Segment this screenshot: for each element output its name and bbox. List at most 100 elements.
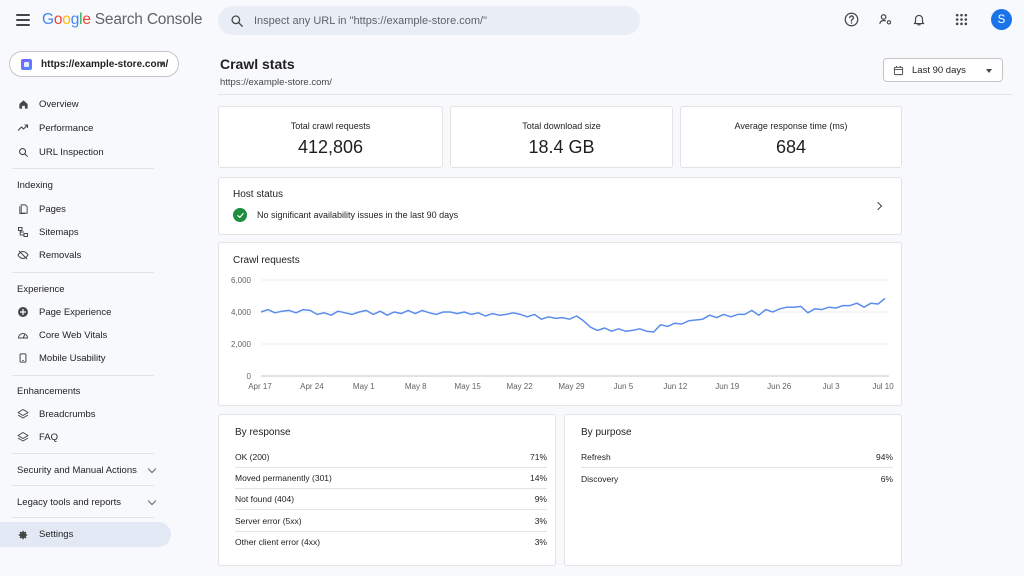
date-range-dropdown[interactable]: Last 90 days [883,58,1003,82]
caret-down-icon [159,62,165,66]
kpi-label: Total crawl requests [290,121,371,131]
sidebar-item-settings[interactable]: Settings [0,522,171,547]
page-title: Crawl stats [220,56,295,72]
crawl-requests-chart-card: Crawl requests 0 2,000 4,000 6,000 Apr 17 Apr… [218,242,902,406]
search-console-logo[interactable]: Google Search Console [42,11,202,29]
chevron-right-icon[interactable] [873,201,883,211]
sidebar-item-mobile-usability[interactable]: Mobile Usability [8,347,172,369]
home-icon [17,98,29,110]
sidebar-item-core-web-vitals[interactable]: Core Web Vitals [8,324,172,346]
host-status-card[interactable]: Host status No significant availability … [218,177,902,235]
x-tick-label: May 8 [405,382,427,391]
by-response-card: By response OK (200) 71% Moved permanently… [218,414,556,566]
kpi-value: 684 [775,137,807,157]
by-response-title: By response [235,427,291,438]
sidebar-item-label: Sitemaps [39,226,79,238]
sidebar-item-label: Mobile Usability [39,352,106,364]
search-icon [231,14,243,27]
by-response-row-value: 9% [534,494,547,505]
x-tick-label: May 1 [353,382,375,391]
property-icon [21,58,32,70]
by-purpose-row: Refresh 94% [581,447,893,468]
sidebar-item-label: URL Inspection [39,146,104,158]
expander-security-manual-actions[interactable]: Security and Manual Actions [17,464,157,476]
by-purpose-row-value: 94% [875,452,893,462]
sidebar-item-sitemaps[interactable]: Sitemaps [8,221,172,243]
sidebar-divider [12,168,154,169]
layers-icon [17,431,29,443]
y-tick-label: 6,000 [231,276,252,285]
x-tick-label: Jun 12 [663,382,688,391]
by-response-row: Not found (404) 9% [235,489,547,511]
x-tick-label: Jul 3 [823,382,840,391]
kpi-card-total-crawl-requests: Total crawl requests 412,806 [218,106,443,168]
top-app-bar: GoogleSearch Console S [0,0,1024,42]
page-experience-icon [17,306,29,318]
product-name: Search Console [94,11,203,28]
main-menu-button[interactable] [14,12,32,28]
sidebar-item-label: Page Experience [39,306,112,318]
expander-label: Security and Manual Actions [17,465,137,476]
property-url: https://example-store.com/ [41,58,169,70]
sidebar-item-page-experience[interactable]: Page Experience [8,301,172,323]
sidebar-item-label: Core Web Vitals [39,329,108,341]
sidebar-divider [12,272,154,273]
sidebar-item-pages[interactable]: Pages [8,198,172,220]
sidebar-item-breadcrumbs[interactable]: Breadcrumbs [8,403,172,425]
manage-users-icon[interactable] [875,10,895,30]
kpi-card-total-download-size: Total download size 18.4 GB [450,106,673,168]
notifications-bell-icon[interactable] [909,10,929,30]
gauge-icon [17,329,29,341]
sidebar-item-label: Pages [39,203,66,215]
by-purpose-row-label: Discovery [581,473,619,484]
x-tick-label: May 15 [455,382,482,391]
sidebar-item-removals[interactable]: Removals [8,244,172,266]
sidebar-divider [12,517,154,518]
check-circle-icon [233,208,247,222]
by-response-row-label: OK (200) [235,452,270,462]
header-divider [218,94,1012,95]
crawl-requests-series-line[interactable] [260,297,886,333]
by-response-row-value: 3% [534,515,547,526]
section-label-enhancements: Enhancements [17,386,81,397]
chevron-down-icon [147,464,157,474]
google-apps-grid-icon[interactable] [951,10,971,30]
sidebar-item-label: Breadcrumbs [39,408,96,420]
page-subtitle-property: https://example-store.com/ [220,77,332,88]
url-inspection-search[interactable] [218,6,640,35]
sidebar-item-url-inspection[interactable]: URL Inspection [8,141,172,163]
sidebar-item-label: Removals [39,249,82,261]
date-range-label: Last 90 days [912,64,966,76]
by-response-row-label: Other client error (4xx) [235,537,321,548]
sidebar-item-faq[interactable]: FAQ [8,426,172,448]
y-tick-label: 4,000 [231,308,252,317]
account-avatar[interactable]: S [991,9,1012,30]
by-purpose-title: By purpose [581,427,632,438]
google-wordmark: Google [42,11,91,28]
help-icon[interactable] [841,10,861,30]
sidebar-divider [12,453,154,454]
by-purpose-row-value: 6% [880,473,893,484]
caret-down-icon [986,69,992,73]
menu-icon-bar [16,19,30,21]
calendar-icon [893,65,904,75]
y-tick-label: 2,000 [231,340,252,349]
x-tick-label: Jun 5 [614,382,634,391]
sidebar-item-performance[interactable]: Performance [8,117,172,139]
sidebar-item-label: Overview [39,98,79,110]
crawl-requests-line-chart: 0 2,000 4,000 6,000 Apr 17 Apr 24 May 1 May 8 Ma… [231,276,894,391]
x-tick-label: Apr 17 [248,382,272,391]
sidebar-item-overview[interactable]: Overview [8,93,172,115]
section-label-experience: Experience [17,284,65,295]
by-response-row: Other client error (4xx) 3% [235,532,547,553]
menu-icon-bar [16,14,30,16]
layers-icon [17,408,29,420]
expander-legacy-tools[interactable]: Legacy tools and reports [17,496,157,508]
sidebar-divider [12,485,154,486]
kpi-label: Average response time (ms) [734,121,848,131]
search-input[interactable] [254,14,614,27]
property-selector[interactable]: https://example-store.com/ [9,51,179,77]
menu-icon-bar [16,24,30,26]
by-response-row-label: Not found (404) [235,494,295,505]
sidebar-divider [12,375,154,376]
